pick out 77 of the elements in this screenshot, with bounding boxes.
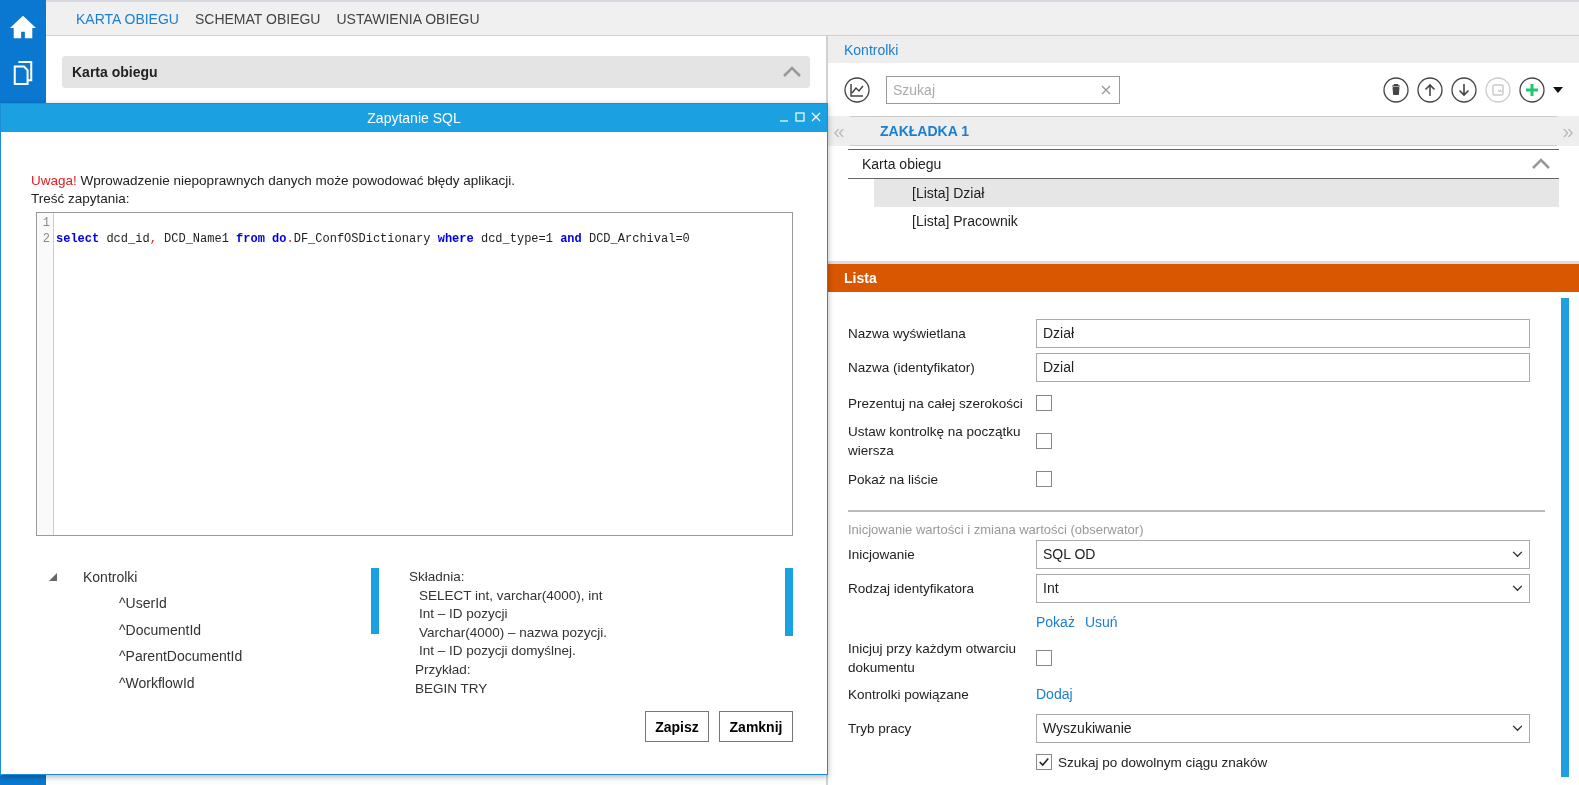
checkbox[interactable] <box>1036 754 1052 770</box>
warning-text: Uwaga! Wprowadzenie niepoprawnych danych może powodować błędy aplikacji. <box>31 172 517 190</box>
scrollbar-thumb[interactable] <box>785 568 793 636</box>
link[interactable]: Pokaż <box>1036 614 1075 630</box>
checkbox[interactable] <box>1036 433 1052 449</box>
tree-item[interactable]: ^UserId <box>49 590 371 617</box>
dropdown-chevron-icon[interactable] <box>1512 724 1523 732</box>
expand-triangle-icon[interactable] <box>49 573 57 581</box>
link[interactable]: Dodaj <box>1036 686 1073 702</box>
help-text-line: BEGIN TRY <box>414 679 489 698</box>
field-label: Nazwa wyświetlana <box>848 324 967 343</box>
nav-tab[interactable]: KARTA OBIEGU <box>76 10 179 27</box>
dropdown[interactable]: Wyszukiwanie <box>1036 713 1530 743</box>
clear-icon[interactable] <box>1101 84 1111 95</box>
home-icon[interactable] <box>9 14 37 40</box>
close-icon[interactable] <box>811 112 821 122</box>
dialog-title: Zapytanie SQL <box>367 110 461 126</box>
field-label: Rodzaj identyfikatora <box>848 579 976 598</box>
field-label: Nazwa (identyfikator) <box>848 358 976 377</box>
panel-title: Lista <box>844 270 877 286</box>
field-label: Inicjuj przy każdym otwarciu dokumentu <box>848 640 1018 677</box>
field-label: Ustaw kontrolkę na początku wiersza <box>848 423 1022 460</box>
section-heading: Inicjowanie wartości i zmiana wartości (obserwator) <box>848 510 1545 537</box>
checkbox[interactable] <box>1036 395 1052 411</box>
dropdown[interactable]: SQL OD <box>1036 539 1530 569</box>
dropdown[interactable]: Int <box>1036 573 1530 603</box>
arrow-down-icon[interactable] <box>1451 76 1477 103</box>
help-text-line: Przykład: <box>414 660 472 679</box>
help-text-line: Składnia: <box>409 568 466 586</box>
field-label: Kontrolki powiązane <box>848 685 970 704</box>
field-label: Inicjowanie <box>848 545 916 564</box>
tree-item[interactable]: ^ParentDocumentId <box>49 643 371 670</box>
code-editor[interactable]: 1 2 select dcd_id, DCD_Name1 from do.DF_ConfOSDictionary where dcd_type=1 and DCD_Archival=0 <box>36 212 793 536</box>
query-label: Treść zapytania: <box>31 190 131 208</box>
maximize-icon[interactable] <box>795 112 805 122</box>
tree-item[interactable]: ^WorkflowId <box>49 669 371 696</box>
nav-tab[interactable]: USTAWIENIA OBIEGU <box>336 10 480 27</box>
code-line: select dcd_id, DCD_Name1 from do.DF_ConfOSDictionary where dcd_type=1 and DCD_Archival=0 <box>56 231 690 247</box>
dialog-button[interactable]: Zapisz <box>645 711 709 742</box>
link[interactable]: Usuń <box>1084 614 1118 630</box>
field-label: Tryb pracy <box>848 719 913 738</box>
tree-item[interactable]: [Lista] Pracownik <box>874 207 1559 235</box>
tab[interactable]: ZAKŁADKA 1 <box>880 123 969 139</box>
help-text-line: SELECT int, varchar(4000), int <box>418 586 604 605</box>
caret-icon[interactable] <box>1553 86 1563 93</box>
line-number: 1 <box>41 215 51 231</box>
field-label: Pokaż na liście <box>848 470 940 489</box>
dropdown-chevron-icon[interactable] <box>1512 584 1523 592</box>
text-field[interactable]: Dzial <box>1036 352 1530 382</box>
panel-title: Kontrolki <box>844 41 899 58</box>
dialog-button[interactable]: Zamknij <box>719 711 793 742</box>
help-text-line: Varchar(4000) – nazwa pozycji. <box>418 623 609 642</box>
chevron-icon[interactable] <box>782 66 802 78</box>
text-field[interactable]: Dział <box>1036 318 1530 348</box>
group-label[interactable]: Karta obiegu <box>862 156 942 172</box>
chart-icon[interactable] <box>844 76 870 103</box>
checkbox[interactable] <box>1036 471 1052 487</box>
nav-tab[interactable]: SCHEMAT OBIEGU <box>194 10 321 27</box>
help-text-line: Int – ID pozycji domyślnej. <box>418 642 577 661</box>
chevron-icon[interactable] <box>1531 158 1551 170</box>
checkbox[interactable] <box>1036 650 1052 666</box>
plus-icon[interactable] <box>1519 76 1545 103</box>
dropdown-chevron-icon[interactable] <box>1512 550 1523 558</box>
tree-item[interactable]: ^DocumentId <box>49 616 371 643</box>
scrollbar-thumb[interactable] <box>1561 298 1569 777</box>
field-label: Prezentuj na całej szerokości <box>848 394 1024 413</box>
documents-icon[interactable] <box>12 60 34 86</box>
section-bar[interactable]: Karta obiegu <box>62 56 810 88</box>
scrollbar-thumb[interactable] <box>371 568 379 634</box>
tree-item[interactable]: Kontrolki <box>83 569 138 585</box>
tree-item[interactable]: [Lista] Dział <box>874 179 1559 207</box>
help-text-line: Int – ID pozycji <box>418 605 509 624</box>
search-field[interactable]: Szukaj <box>886 75 1120 104</box>
arrow-up-icon[interactable] <box>1417 76 1443 103</box>
line-number: 2 <box>41 231 51 247</box>
trash-icon[interactable] <box>1383 76 1409 103</box>
checkbox-label: Szukaj po dowolnym ciągu znaków <box>1058 753 1269 772</box>
